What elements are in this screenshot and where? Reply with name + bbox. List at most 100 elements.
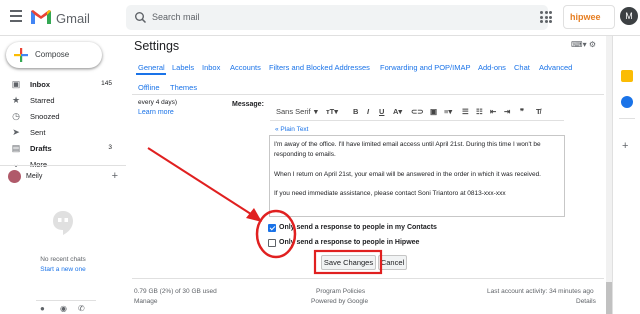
gmail-logo[interactable] [30,8,52,26]
user-name: Meily [26,173,43,180]
sidebar-item-label: Snoozed [30,112,60,121]
save-button[interactable]: Save Changes [321,255,376,270]
numbered-list-icon[interactable]: ☰ [462,107,469,116]
tab-accounts[interactable]: Accounts [230,63,261,72]
sidebar-item-snoozed[interactable]: ◷ Snoozed [0,108,126,124]
apps-grid-icon[interactable] [540,11,552,23]
message-line-3: If you need immediate assistance, please… [274,190,506,197]
folder-list: ▣ Inbox 145 ★ Starred ◷ Snoozed ➤ Sent ▤… [0,76,126,172]
main-menu-button[interactable] [10,10,26,24]
sidebar-item-starred[interactable]: ★ Starred [0,92,126,108]
plain-text-link[interactable]: « Plain Text [275,126,308,133]
manage-storage-link[interactable]: Manage [134,298,158,305]
plus-icon [14,48,28,62]
keep-icon[interactable] [621,70,633,82]
star-icon: ★ [11,95,21,105]
phone-icon[interactable]: ✆ [78,304,85,313]
bulleted-list-icon[interactable]: ☷ [476,107,483,116]
gear-icon[interactable]: ⚙ [589,40,596,49]
font-size-icon[interactable]: ᴛT▾ [326,107,338,116]
remove-formatting-icon[interactable]: T̸ [536,107,541,116]
person-icon[interactable]: ● [40,304,45,313]
message-line-2: When I return on April 21st, your email … [274,171,541,178]
text-color-icon[interactable]: A▾ [393,107,402,116]
no-chats-text: No recent chats [40,256,86,263]
details-link[interactable]: Details [576,298,596,305]
indent-icon[interactable]: ⇥ [504,107,510,116]
send-icon: ➤ [12,127,20,137]
sidebar-item-drafts[interactable]: ▤ Drafts 3 [0,140,126,156]
tab-chat[interactable]: Chat [514,63,530,72]
domain-only-checkbox[interactable] [268,239,276,247]
outdent-icon[interactable]: ⇤ [490,107,496,116]
chat-toolbar: ● ◉ ✆ [36,300,96,314]
domain-only-label: Only send a response to people in Hipwee [279,239,420,246]
add-addon-icon[interactable]: + [622,140,628,152]
program-policies-link[interactable]: Program Policies [316,288,365,295]
tab-forwarding[interactable]: Forwarding and POP/IMAP [380,63,470,72]
active-tab-indicator [136,73,166,75]
learn-more-link[interactable]: Learn more [138,109,174,116]
tab-offline[interactable]: Offline [138,83,160,92]
top-bar: Gmail Search mail hipwee M [0,0,640,36]
tab-addons[interactable]: Add-ons [478,63,506,72]
chevron-down-icon: ⌄ [12,159,20,169]
sidebar-item-label: Inbox [30,80,50,89]
side-panel: + [612,36,640,314]
organization-logo[interactable]: hipwee [563,5,615,29]
sidebar-item-inbox[interactable]: ▣ Inbox 145 [0,76,126,92]
vacation-note: every 4 days) [138,99,178,106]
footer-divider [132,278,604,279]
keyboard-icon[interactable]: ⌨▾ [571,40,587,49]
sidebar-item-label: Starred [30,96,55,105]
message-label: Message: [232,101,264,108]
search-bar[interactable]: Search mail [126,5,548,30]
auto-reply-message-editor[interactable]: I'm away of the office. I'll have limite… [269,135,565,217]
tab-labels[interactable]: Labels [172,63,194,72]
compose-button[interactable]: Compose [6,42,102,68]
last-activity: Last account activity: 34 minutes ago [487,288,594,295]
panel-divider [619,118,635,119]
sidebar-item-label: Drafts [30,144,52,153]
storage-usage: 0.79 GB (2%) of 30 GB used [134,288,217,295]
link-icon[interactable]: ⊂⊃ [411,107,424,116]
hangouts-user[interactable]: Meily + [8,169,118,185]
image-icon[interactable]: ▣ [430,107,437,116]
underline-icon[interactable]: U [379,107,384,116]
tab-advanced[interactable]: Advanced [539,63,572,72]
font-family-select[interactable]: Sans Serif [276,107,311,116]
italic-icon[interactable]: I [367,107,369,116]
search-input[interactable]: Search mail [152,12,200,22]
cancel-button[interactable]: Cancel [378,255,407,270]
tab-themes[interactable]: Themes [170,83,197,92]
tabs-divider [132,94,604,95]
tab-general[interactable]: General [138,63,165,72]
draft-count: 3 [108,144,112,151]
hangouts-small-icon[interactable]: ◉ [60,304,67,313]
settings-tools: ⌨▾ ⚙ [571,40,596,49]
tab-filters[interactable]: Filters and Blocked Addresses [269,63,370,72]
app-name: Gmail [56,11,90,26]
account-avatar[interactable]: M [620,7,638,25]
contacts-only-label: Only send a response to people in my Con… [279,224,437,231]
formatting-toolbar: Sans Serif ▾ ᴛT▾ B I U A▾ ⊂⊃ ▣ ≡▾ ☰ ☷ ⇤ … [270,103,564,121]
divider [0,165,126,166]
search-icon[interactable] [134,11,147,24]
start-new-chat-link[interactable]: Start a new one [0,266,126,273]
inbox-icon: ▣ [11,79,21,89]
align-icon[interactable]: ≡▾ [444,107,452,116]
contacts-only-checkbox[interactable] [268,224,276,232]
bold-icon[interactable]: B [353,107,358,116]
sidebar-item-sent[interactable]: ➤ Sent [0,124,126,140]
compose-label: Compose [35,50,70,59]
unread-count: 145 [101,80,112,87]
page-title: Settings [134,39,180,53]
draft-icon: ▤ [11,143,21,153]
settings-panel: Settings ⌨▾ ⚙ General Labels Inbox Accou… [126,36,610,314]
font-dropdown-icon[interactable]: ▾ [314,107,318,116]
add-chat-icon[interactable]: + [112,170,118,182]
tasks-icon[interactable] [621,96,633,108]
quote-icon[interactable]: ❞ [520,107,524,116]
hangouts-icon [53,211,73,235]
tab-inbox[interactable]: Inbox [202,63,220,72]
